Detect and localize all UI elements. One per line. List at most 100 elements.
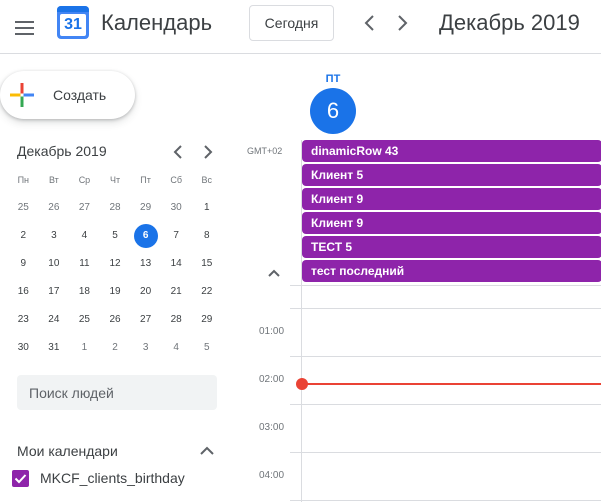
- mini-calendar-prev-button[interactable]: [166, 140, 190, 164]
- mini-calendar-day[interactable]: 8: [191, 222, 222, 250]
- mini-calendar-day[interactable]: 20: [130, 278, 161, 306]
- mini-calendar-day-number: 13: [140, 258, 152, 269]
- mini-calendar-day[interactable]: 31: [39, 334, 70, 362]
- mini-calendar-day[interactable]: 3: [130, 334, 161, 362]
- my-calendars-collapse-button[interactable]: [195, 439, 219, 463]
- mini-calendar-day-number: 4: [173, 342, 179, 353]
- day-number-button[interactable]: 6: [310, 88, 356, 134]
- mini-calendar-day-number: 24: [48, 314, 60, 325]
- mini-calendar-day[interactable]: 22: [191, 278, 222, 306]
- mini-calendar-day[interactable]: 5: [100, 222, 131, 250]
- mini-calendar-day-number: 22: [201, 286, 213, 297]
- mini-calendar-day-number: 19: [109, 286, 121, 297]
- mini-calendar-day-number: 8: [203, 230, 210, 241]
- mini-calendar-title: Декабрь 2019: [17, 143, 107, 159]
- next-period-button[interactable]: [388, 9, 416, 37]
- mini-calendar-day-number: 11: [79, 258, 90, 269]
- search-people-input[interactable]: [17, 375, 217, 410]
- mini-calendar-day[interactable]: 1: [191, 194, 222, 222]
- calendar-logo-icon[interactable]: 31: [57, 6, 89, 39]
- mini-calendar-day-number: 30: [17, 342, 29, 353]
- mini-calendar-day-number: 2: [112, 342, 118, 353]
- mini-calendar-day[interactable]: 14: [161, 250, 192, 278]
- mini-calendar-day[interactable]: 26: [100, 306, 131, 334]
- all-day-event[interactable]: Клиент 9: [302, 188, 601, 210]
- colorful-plus-icon: [10, 83, 34, 107]
- mini-calendar-day[interactable]: 10: [39, 250, 70, 278]
- all-day-event[interactable]: dinamicRow 43: [302, 140, 601, 162]
- previous-period-button[interactable]: [356, 9, 384, 37]
- chevron-up-icon: [200, 446, 214, 455]
- mini-calendar-day[interactable]: 12: [100, 250, 131, 278]
- mini-calendar-day[interactable]: 4: [161, 334, 192, 362]
- mini-calendar-day[interactable]: 25: [69, 306, 100, 334]
- mini-calendar-day[interactable]: 19: [100, 278, 131, 306]
- mini-calendar-today[interactable]: 6: [130, 222, 161, 250]
- hour-label: 01:00: [259, 326, 285, 337]
- mini-calendar-day-number: 18: [78, 286, 90, 297]
- mini-calendar-day-number: 25: [78, 314, 90, 325]
- mini-calendar-day-number: 1: [203, 202, 210, 213]
- checkmark-icon: [14, 474, 27, 484]
- mini-calendar-day-number: 28: [170, 314, 182, 325]
- mini-calendar-day[interactable]: 15: [191, 250, 222, 278]
- mini-calendar-day-number: 10: [48, 258, 60, 269]
- mini-calendar-day[interactable]: 24: [39, 306, 70, 334]
- all-day-event[interactable]: тест последний: [302, 260, 601, 282]
- mini-calendar-day-number: 7: [173, 230, 179, 241]
- calendar-label[interactable]: MKCF_clients_birthday: [40, 470, 185, 486]
- my-calendars-title: Мои календари: [17, 443, 118, 459]
- all-day-event[interactable]: ТЕСТ 5: [302, 236, 601, 258]
- mini-calendar-day-number: 1: [81, 342, 88, 353]
- mini-calendar-day[interactable]: 30: [161, 194, 192, 222]
- mini-calendar-day[interactable]: 2: [100, 334, 131, 362]
- hour-label: 04:00: [259, 470, 285, 481]
- mini-calendar-day[interactable]: 27: [130, 306, 161, 334]
- all-day-event[interactable]: Клиент 9: [302, 212, 601, 234]
- all-day-event[interactable]: Клиент 5: [302, 164, 601, 186]
- mini-calendar-day[interactable]: 29: [191, 306, 222, 334]
- mini-calendar-next-button[interactable]: [196, 140, 220, 164]
- mini-calendar-day-number: 27: [78, 202, 90, 213]
- hour-gridline: [290, 308, 601, 309]
- mini-calendar-day[interactable]: 30: [8, 334, 39, 362]
- mini-calendar-day[interactable]: 28: [161, 306, 192, 334]
- mini-calendar-day[interactable]: 1: [69, 334, 100, 362]
- mini-calendar-day[interactable]: 2: [8, 222, 39, 250]
- mini-calendar-day[interactable]: 7: [161, 222, 192, 250]
- weekday-label: Вт: [48, 175, 59, 185]
- mini-calendar-day[interactable]: 11: [69, 250, 100, 278]
- calendar-checkbox[interactable]: [12, 470, 29, 487]
- mini-calendar-day[interactable]: 17: [39, 278, 70, 306]
- mini-calendar-weekday-row: Пн Вт Ср Чт Пт Сб Вс: [8, 166, 222, 194]
- top-app-bar: 31 Календарь Сегодня Декабрь 2019: [0, 0, 601, 54]
- mini-calendar-day[interactable]: 29: [130, 194, 161, 222]
- mini-calendar-week: 9 10 11 12 13 14 15: [8, 250, 222, 278]
- mini-calendar-day-number: 16: [17, 286, 29, 297]
- chevron-left-icon: [173, 145, 182, 159]
- mini-calendar-day[interactable]: 25: [8, 194, 39, 222]
- mini-calendar-day[interactable]: 26: [39, 194, 70, 222]
- mini-calendar-day[interactable]: 23: [8, 306, 39, 334]
- weekday-label: Сб: [170, 175, 182, 185]
- mini-calendar-day-number: 23: [17, 314, 29, 325]
- all-day-collapse-button[interactable]: [263, 262, 285, 284]
- mini-calendar-day-number: 28: [109, 202, 121, 213]
- mini-calendar-day[interactable]: 21: [161, 278, 192, 306]
- mini-calendar-day-number: 4: [81, 230, 88, 241]
- mini-calendar-day-number: 14: [170, 258, 182, 269]
- mini-calendar-week: 23 24 25 26 27 28 29: [8, 306, 222, 334]
- today-button[interactable]: Сегодня: [249, 5, 334, 41]
- chevron-right-icon: [398, 15, 408, 31]
- mini-calendar-day[interactable]: 28: [100, 194, 131, 222]
- create-event-button[interactable]: Создать: [0, 71, 135, 119]
- mini-calendar-day[interactable]: 3: [39, 222, 70, 250]
- mini-calendar-day[interactable]: 5: [191, 334, 222, 362]
- mini-calendar-day[interactable]: 9: [8, 250, 39, 278]
- mini-calendar-day[interactable]: 18: [69, 278, 100, 306]
- mini-calendar-day[interactable]: 13: [130, 250, 161, 278]
- mini-calendar-day[interactable]: 16: [8, 278, 39, 306]
- mini-calendar-day[interactable]: 4: [69, 222, 100, 250]
- main-menu-icon[interactable]: [9, 8, 41, 40]
- mini-calendar-day[interactable]: 27: [69, 194, 100, 222]
